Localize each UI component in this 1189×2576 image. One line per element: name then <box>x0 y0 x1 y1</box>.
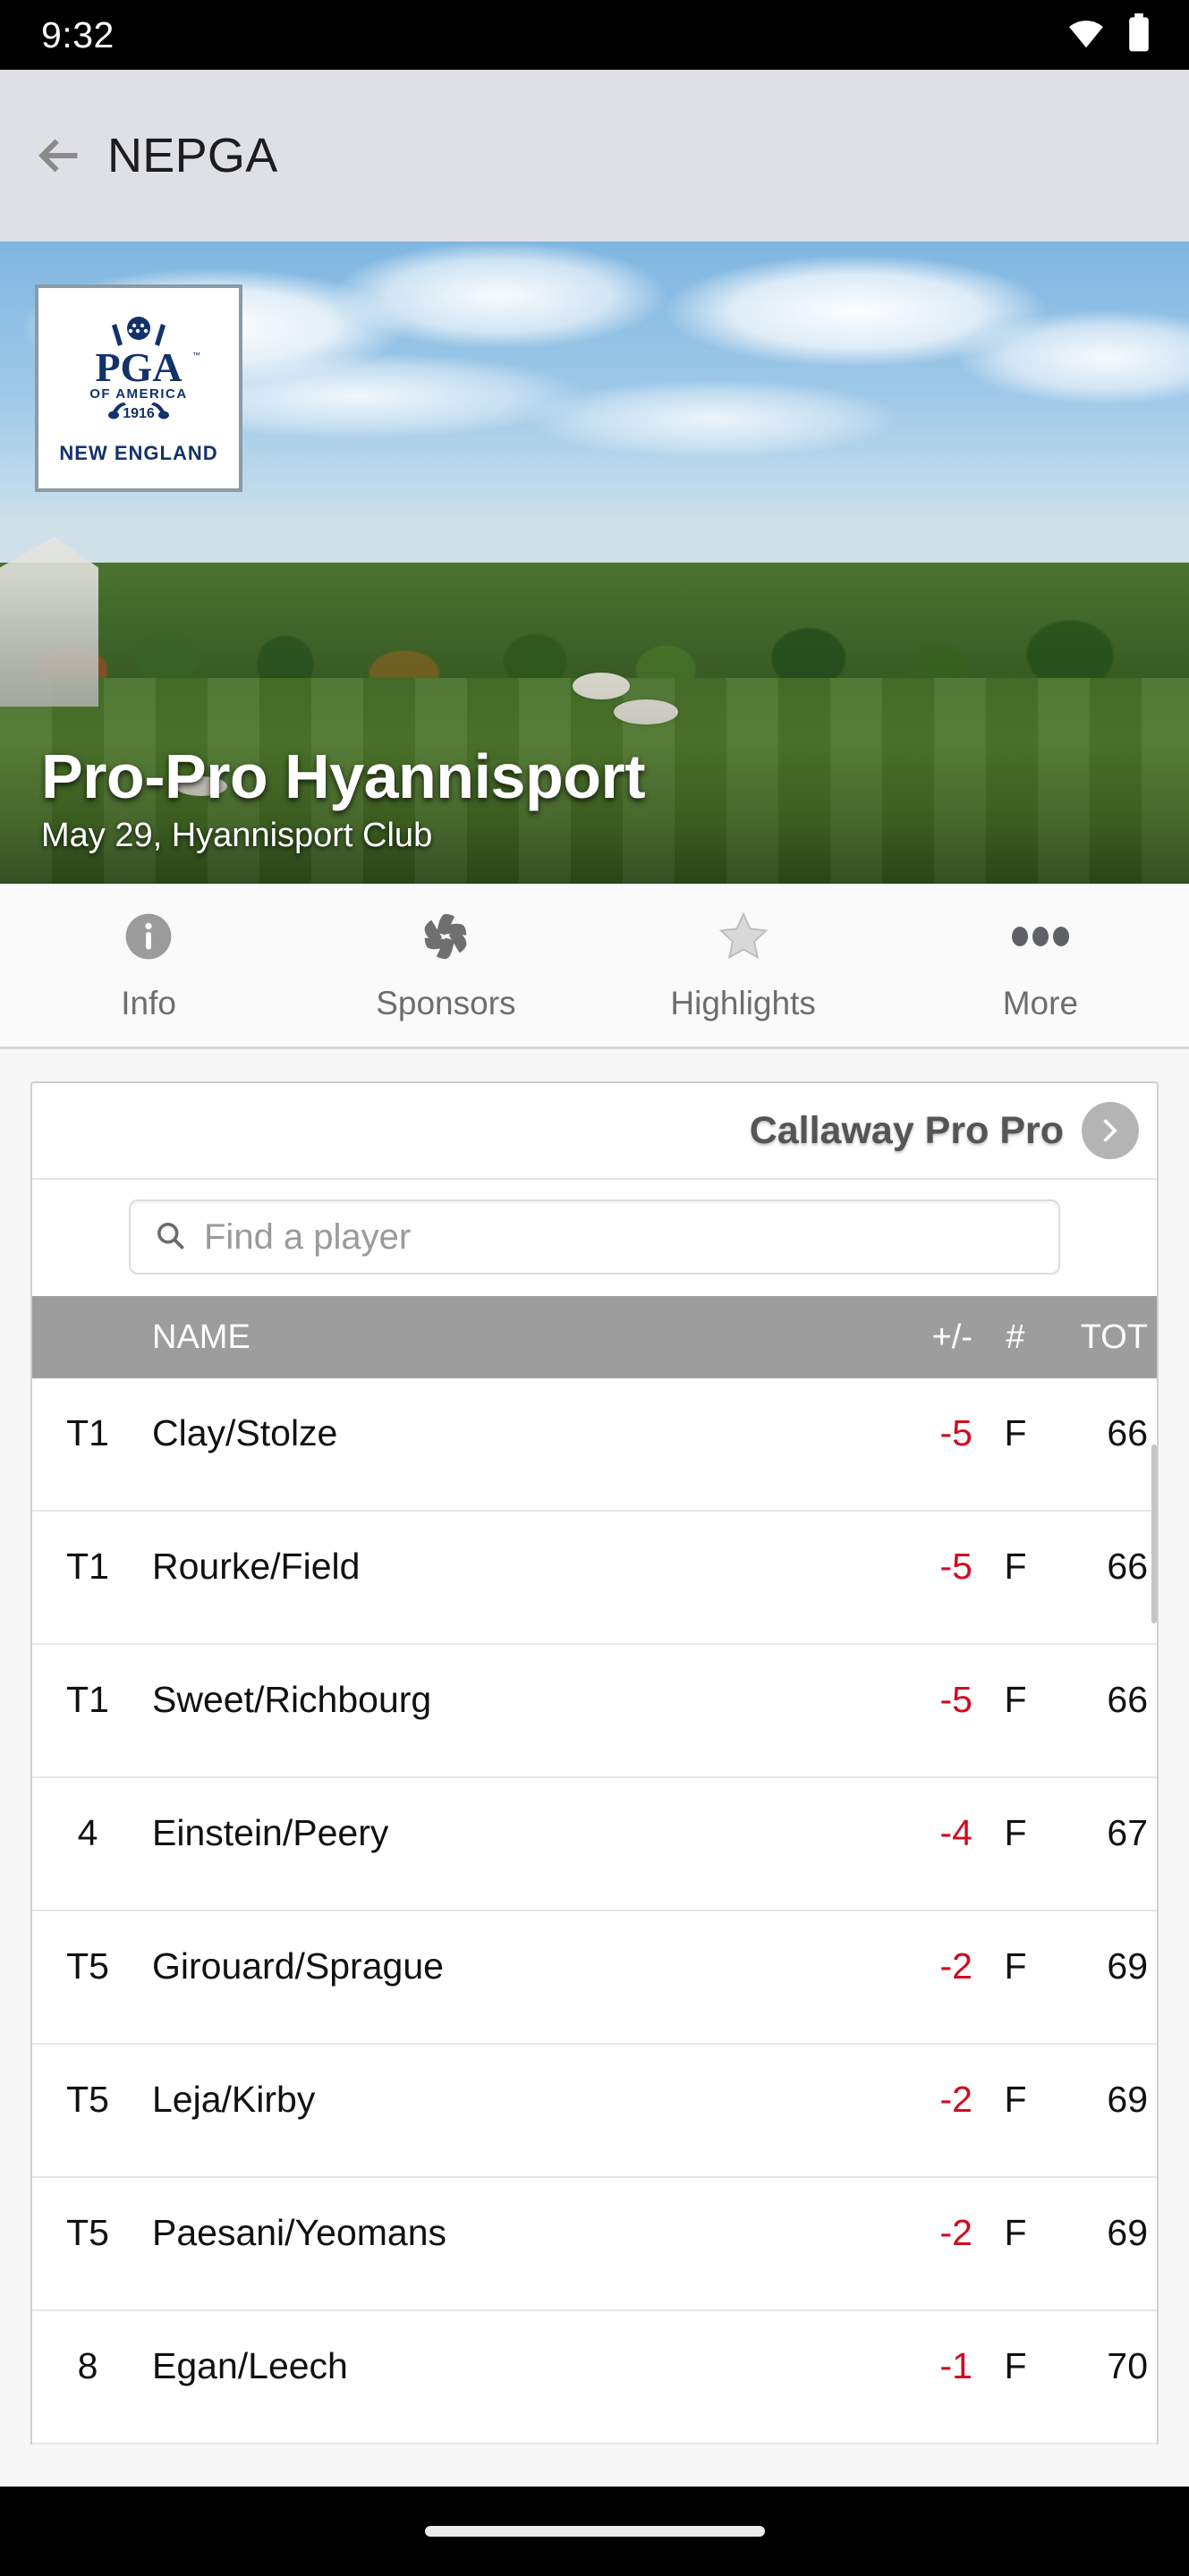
search-container: Find a player <box>32 1180 1157 1296</box>
row-total: 69 <box>1107 2212 1148 2253</box>
hero-text-block: Pro-Pro Hyannisport May 29, Hyannisport … <box>41 741 646 855</box>
table-row[interactable]: T1 Rourke/Field -5 F 66 <box>32 1512 1157 1645</box>
search-placeholder: Find a player <box>204 1216 412 1257</box>
tab-info[interactable]: Info <box>0 884 297 1046</box>
tab-info-label: Info <box>121 985 176 1021</box>
tab-strip: Info Sponsors Highlights More <box>0 884 1189 1049</box>
table-row[interactable]: T5 Girouard/Sprague -2 F 69 <box>32 1911 1157 2045</box>
row-player-name: Rourke/Field <box>152 1546 361 1587</box>
tab-sponsors[interactable]: Sponsors <box>297 884 594 1046</box>
status-bar: 9:32 <box>0 0 1189 84</box>
row-position: T5 <box>66 2079 109 2120</box>
tournament-title: Pro-Pro Hyannisport <box>41 741 646 811</box>
row-position: 8 <box>77 2345 98 2386</box>
pga-logo-badge: PGA ™ OF AMERICA 1916 NEW ENGLAND <box>35 284 242 492</box>
row-hole: F <box>1004 1679 1027 1720</box>
svg-text:™: ™ <box>192 351 200 360</box>
tab-highlights-label: Highlights <box>670 985 816 1021</box>
row-hole: F <box>1004 1945 1027 1987</box>
row-total: 66 <box>1107 1546 1148 1587</box>
row-player-name: Leja/Kirby <box>152 2079 316 2120</box>
table-row[interactable]: T1 Sweet/Richbourg -5 F 66 <box>32 1645 1157 1778</box>
svg-text:PGA: PGA <box>95 344 182 390</box>
camera-aperture-icon <box>420 908 471 965</box>
row-plus-minus: -1 <box>939 2345 972 2386</box>
row-player-name: Girouard/Sprague <box>152 1945 444 1987</box>
status-icons <box>1066 13 1151 57</box>
back-arrow-icon[interactable] <box>30 129 84 182</box>
row-plus-minus: -5 <box>939 1546 972 1587</box>
row-hole: F <box>1004 1812 1027 1853</box>
tab-sponsors-label: Sponsors <box>376 985 516 1021</box>
page-title: NEPGA <box>107 129 278 182</box>
tab-more-label: More <box>1002 985 1079 1021</box>
table-row[interactable]: T5 Leja/Kirby -2 F 69 <box>32 2045 1157 2178</box>
row-hole: F <box>1004 2079 1027 2120</box>
table-row[interactable]: T1 Clay/Stolze -5 F 66 <box>32 1378 1157 1512</box>
pga-logo-icon: PGA ™ OF AMERICA 1916 <box>72 315 206 429</box>
ellipsis-icon <box>1009 908 1072 965</box>
column-header-name[interactable]: NAME <box>143 1318 863 1357</box>
star-icon <box>717 908 770 965</box>
tournament-subtitle: May 29, Hyannisport Club <box>41 817 433 854</box>
row-position: T1 <box>66 1679 109 1720</box>
tournament-hero: PGA ™ OF AMERICA 1916 NEW ENGLAND Pro-Pr… <box>0 242 1189 884</box>
row-position: T1 <box>66 1412 109 1453</box>
row-hole: F <box>1004 1412 1027 1453</box>
chevron-right-icon[interactable] <box>1082 1102 1139 1159</box>
row-total: 66 <box>1107 1412 1148 1453</box>
tab-more[interactable]: More <box>892 884 1189 1046</box>
leaderboard-rows: T1 Clay/Stolze -5 F 66 T1 Rourke/Field -5 F 66 T1 S… <box>32 1378 1157 2445</box>
row-plus-minus: -2 <box>939 2079 972 2120</box>
wifi-icon <box>1066 17 1107 54</box>
row-total: 66 <box>1107 1679 1148 1720</box>
row-hole: F <box>1004 2345 1027 2386</box>
row-player-name: Sweet/Richbourg <box>152 1679 432 1720</box>
row-player-name: Egan/Leech <box>152 2345 348 2386</box>
row-position: T5 <box>66 2212 109 2253</box>
pga-section-label: NEW ENGLAND <box>59 442 218 464</box>
app-bar: NEPGA <box>0 70 1189 242</box>
row-player-name: Clay/Stolze <box>152 1412 338 1453</box>
table-row[interactable]: 4 Einstein/Peery -4 F 67 <box>32 1778 1157 1911</box>
row-total: 70 <box>1107 2345 1148 2386</box>
row-total: 69 <box>1107 2079 1148 2120</box>
row-total: 69 <box>1107 1945 1148 1987</box>
row-plus-minus: -2 <box>939 1945 972 1987</box>
column-header-hole[interactable]: # <box>972 1318 1058 1357</box>
status-time: 9:32 <box>41 13 115 55</box>
info-circle-icon <box>123 908 174 965</box>
row-player-name: Einstein/Peery <box>152 1812 389 1853</box>
row-position: T1 <box>66 1546 109 1587</box>
column-header-total[interactable]: TOT <box>1058 1318 1157 1357</box>
leaderboard-column-headers: NAME +/- # TOT <box>32 1296 1157 1378</box>
tab-highlights[interactable]: Highlights <box>595 884 892 1046</box>
leaderboard-card: Callaway Pro Pro Find a player NAME +/- … <box>30 1081 1159 2445</box>
row-position: 4 <box>77 1812 98 1853</box>
row-total: 67 <box>1107 1812 1148 1853</box>
row-plus-minus: -4 <box>939 1812 972 1853</box>
search-icon <box>154 1219 186 1256</box>
svg-text:1916: 1916 <box>123 406 155 421</box>
row-plus-minus: -2 <box>939 2212 972 2253</box>
home-indicator[interactable] <box>424 2526 765 2537</box>
row-hole: F <box>1004 1546 1027 1587</box>
battery-icon <box>1126 13 1151 57</box>
scrollbar-thumb[interactable] <box>1151 1445 1157 1623</box>
row-hole: F <box>1004 2212 1027 2253</box>
row-plus-minus: -5 <box>939 1412 972 1453</box>
table-row[interactable]: T5 Paesani/Yeomans -2 F 69 <box>32 2178 1157 2311</box>
table-row[interactable]: 8 Egan/Leech -1 F 70 <box>32 2311 1157 2445</box>
row-position: T5 <box>66 1945 109 1987</box>
column-header-plus-minus[interactable]: +/- <box>863 1318 972 1357</box>
row-player-name: Paesani/Yeomans <box>152 2212 447 2253</box>
leaderboard-title: Callaway Pro Pro <box>749 1108 1064 1152</box>
app-screen: 9:32 NEPGA PGA ™ OF AMERICA 1916 NEW ENG… <box>0 0 1189 2576</box>
system-nav-bar <box>0 2487 1189 2576</box>
leaderboard-header[interactable]: Callaway Pro Pro <box>32 1083 1157 1180</box>
row-plus-minus: -5 <box>939 1679 972 1720</box>
search-input[interactable]: Find a player <box>129 1199 1060 1275</box>
svg-text:OF AMERICA: OF AMERICA <box>89 386 187 402</box>
